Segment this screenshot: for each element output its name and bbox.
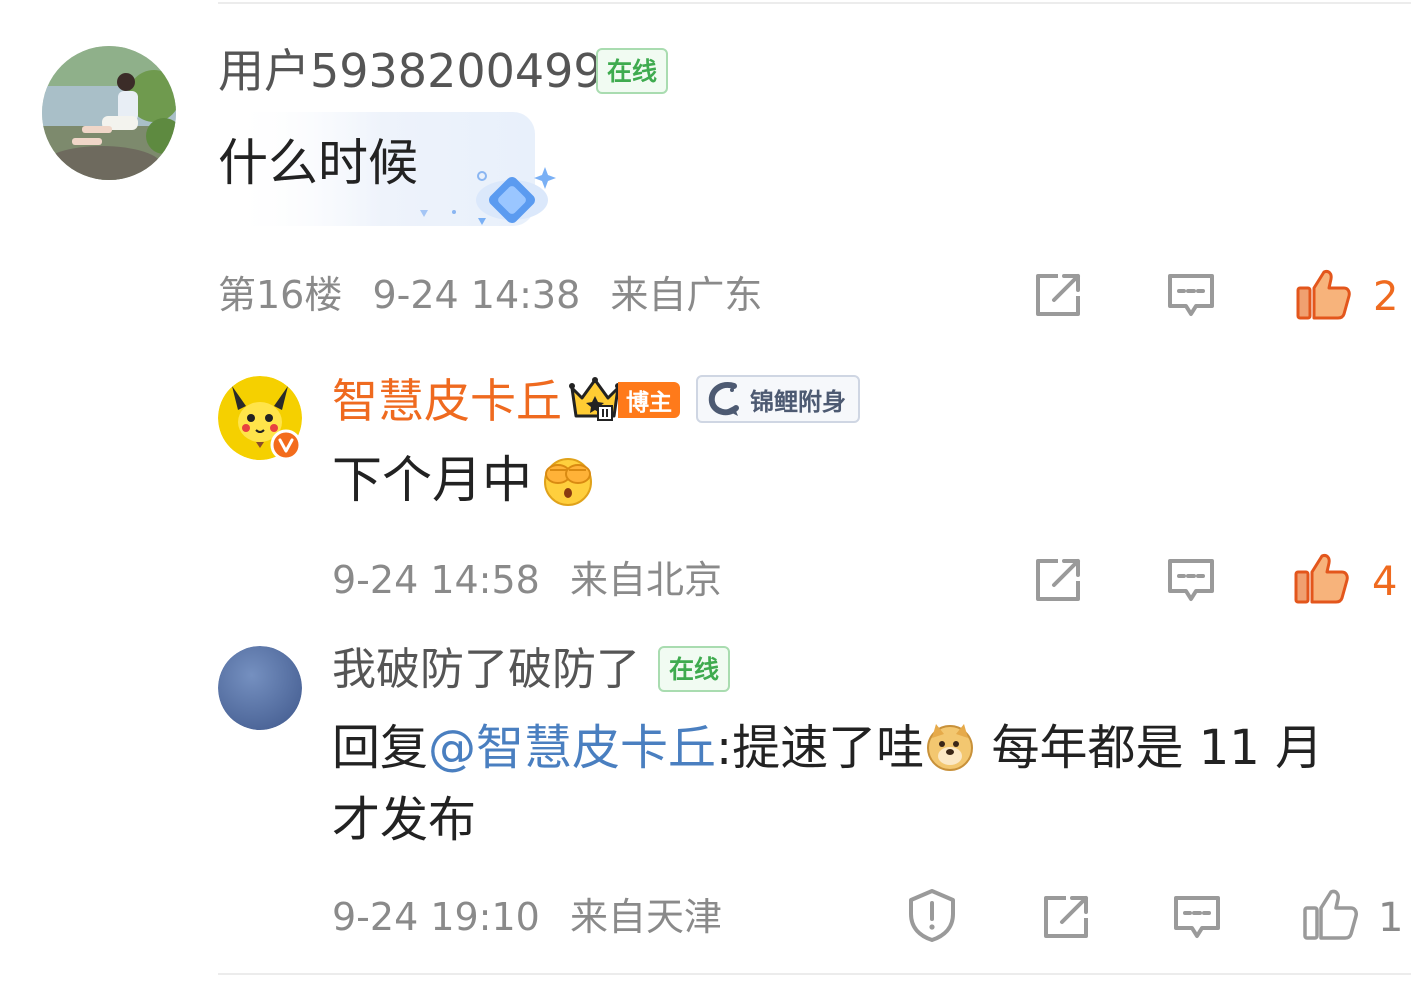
like-icon[interactable] [1294,552,1350,606]
reply-icon[interactable] [1172,894,1222,942]
crown-icon [569,377,621,421]
comment-text-line2: 才发布 [332,792,477,848]
share-icon[interactable] [1034,557,1084,603]
verified-badge-icon [270,429,302,461]
avatar[interactable] [42,46,176,180]
username[interactable]: 用户5938200499 [218,48,603,94]
top-divider [218,2,1411,4]
covering-face-emoji [544,458,592,506]
like-count: 2 [1373,274,1399,320]
like-count: 4 [1372,559,1398,605]
blogger-badge: 博主 [618,382,680,418]
koi-badge-label: 锦鲤附身 [750,387,846,416]
location: 来自北京 [569,558,722,602]
comment-meta: 9-24 19:10 来自天津 [332,898,722,936]
mention-link[interactable]: @智慧皮卡丘 [428,720,716,776]
online-badge: 在线 [658,646,730,692]
comment-text: 什么时候 [218,134,418,192]
share-icon[interactable] [1034,272,1084,318]
comment-text-body: 每年都是 11 月 [976,720,1324,776]
username[interactable]: 智慧皮卡丘 [332,378,562,424]
reply-icon[interactable] [1166,557,1216,605]
location: 来自广东 [610,273,763,317]
location: 来自天津 [569,895,722,939]
comment-meta: 9-24 14:58 来自北京 [332,561,722,599]
koi-icon [708,382,739,416]
comment-text: 回复@智慧皮卡丘:提速了哇 每年都是 11 月 [332,720,1323,772]
koi-badge[interactable]: 锦鲤附身 [696,375,860,423]
timestamp: 9-24 14:58 [332,558,540,602]
online-badge: 在线 [596,48,668,94]
reply-prefix: 回复 [332,720,429,776]
report-icon[interactable] [906,888,958,942]
floor-number: 第16楼 [218,273,343,317]
avatar[interactable] [218,646,302,730]
comment-text-body: 下个月中 [332,451,532,509]
share-icon[interactable] [1042,894,1092,940]
comment-text: 下个月中 [332,455,532,505]
timestamp: 9-24 19:10 [332,895,540,939]
timestamp: 9-24 14:38 [372,273,581,317]
doge-emoji [927,724,974,771]
like-count: 1 [1378,895,1404,941]
like-icon[interactable] [1296,268,1352,322]
username[interactable]: 我破防了破防了 [332,648,640,692]
bottom-divider [218,973,1411,975]
comment-meta: 第16楼 9-24 14:38 来自广东 [218,276,762,314]
comment-text-body: :提速了哇 [716,720,925,776]
like-icon[interactable] [1303,888,1359,942]
reply-icon[interactable] [1166,272,1216,320]
